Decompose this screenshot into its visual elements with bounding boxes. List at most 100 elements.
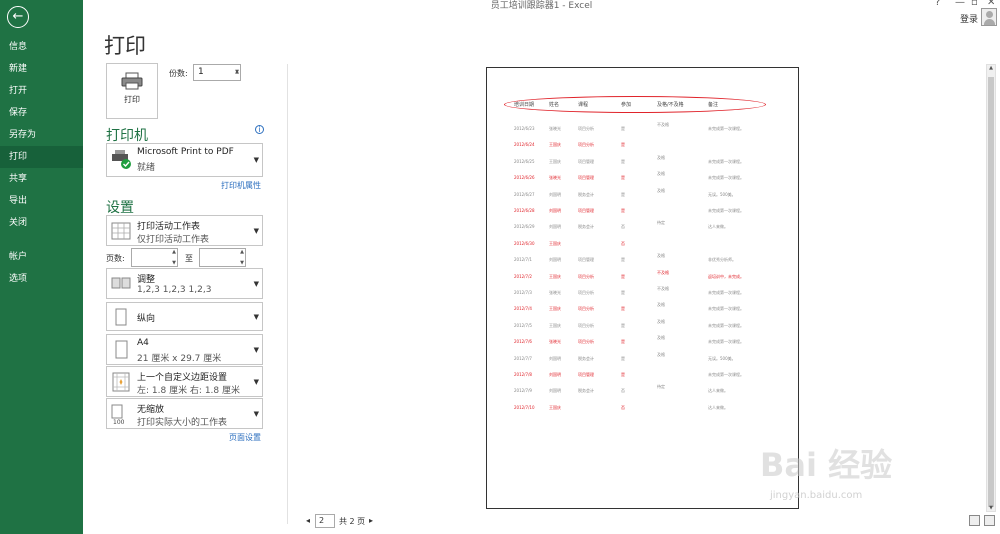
sheet-cell: 是 — [621, 175, 625, 181]
svg-text:100: 100 — [113, 419, 125, 425]
print-button[interactable]: 打印 — [106, 63, 158, 119]
copies-value: 1 — [198, 67, 204, 77]
restore-button[interactable]: ▫ — [971, 0, 978, 8]
sheet-cell: 未完成第一次课程。 — [708, 372, 744, 377]
sheet-grid-icon — [111, 222, 131, 240]
sheet-cell: 2012/6/24 — [514, 142, 535, 148]
collate-dropdown[interactable]: 调整 1,2,3 1,2,3 1,2,3 ▼ — [106, 268, 263, 299]
sheet-cell: 是 — [621, 257, 625, 263]
nav-item-10[interactable]: 选项 — [0, 268, 83, 290]
nav-item-0[interactable]: 信息 — [0, 36, 83, 58]
printer-ready-icon — [112, 150, 131, 169]
page-setup-link[interactable]: 页面设置 — [229, 432, 261, 443]
sheet-cell: 无误。500美。 — [708, 191, 736, 197]
back-arrow-icon[interactable]: ← — [7, 6, 29, 28]
show-margins-icon[interactable] — [969, 515, 980, 526]
sheet-cell: 税务会计 — [578, 355, 594, 361]
sheet-cell: 项目分析 — [578, 142, 594, 148]
sheet-cell: 是 — [621, 126, 625, 131]
sheet-cell: 刘国明 — [549, 191, 561, 197]
user-avatar-icon[interactable] — [981, 8, 997, 26]
print-scope-sub: 仅打印活动工作表 — [137, 235, 210, 245]
print-scope-dropdown[interactable]: 打印活动工作表 仅打印活动工作表 ▼ — [106, 215, 263, 246]
sheet-cell: 刘国明 — [549, 257, 561, 263]
printer-dropdown[interactable]: Microsoft Print to PDF 就绪 ▼ — [106, 143, 263, 177]
prev-page-icon[interactable]: ◂ — [306, 516, 310, 525]
sheet-cell: 2012/7/10 — [514, 404, 535, 410]
nav-item-9[interactable]: 帐户 — [0, 246, 83, 268]
next-page-icon[interactable]: ▸ — [369, 516, 373, 525]
sheet-cell: 待定 — [657, 220, 665, 226]
sheet-cell: 项目管理 — [578, 372, 594, 377]
panel-divider — [287, 64, 288, 524]
paper-icon — [115, 340, 128, 359]
sheet-cell: 2012/6/27 — [514, 191, 535, 197]
sheet-cell: 王国庆 — [549, 306, 561, 312]
chevron-down-icon: ▼ — [253, 156, 259, 164]
sheet-cell: 是 — [621, 142, 625, 148]
margins-dropdown[interactable]: 上一个自定义边距设置 左: 1.8 厘米 右: 1.8 厘米 ▼ — [106, 366, 263, 397]
nav-item-3[interactable]: 保存 — [0, 102, 83, 124]
nav-item-4[interactable]: 另存为 — [0, 124, 83, 146]
sheet-cell: 是 — [621, 191, 625, 197]
sheet-cell: 及格 — [657, 318, 665, 324]
sheet-cell: 刘国明 — [549, 224, 561, 230]
sheet-cell: 2012/6/29 — [514, 224, 535, 230]
sheet-cell: 未完成第一次课程。 — [708, 322, 744, 328]
total-pages-label: 共 2 页 — [339, 517, 366, 526]
paper-size-dropdown[interactable]: A4 21 厘米 x 29.7 厘米 ▼ — [106, 334, 263, 365]
spin-down-icon[interactable]: ▼ — [240, 260, 244, 266]
spin-down-icon[interactable]: ▼ — [172, 260, 176, 266]
close-button[interactable]: ✕ — [987, 0, 995, 8]
pages-to-input[interactable]: ▲ ▼ — [199, 248, 246, 267]
sheet-cell: 无误。500美。 — [708, 355, 736, 361]
printer-properties-link[interactable]: 打印机属性 — [221, 180, 261, 191]
minimize-button[interactable]: — — [955, 0, 965, 8]
copies-input[interactable]: 1 ▲ ▼ — [193, 64, 241, 81]
sheet-cell: 2012/6/28 — [514, 208, 535, 213]
printer-status: 就绪 — [137, 163, 156, 173]
scroll-up-icon[interactable]: ▲ — [987, 65, 995, 71]
sheet-cell: 否 — [621, 404, 625, 410]
collate-title: 调整 — [137, 275, 156, 285]
header-circle-annotation — [504, 96, 766, 113]
orientation-dropdown[interactable]: 纵向 ▼ — [106, 302, 263, 331]
scaling-dropdown[interactable]: 100 无缩放 打印实际大小的工作表 ▼ — [106, 398, 263, 429]
help-icon[interactable]: ? — [935, 0, 940, 8]
sheet-cell: 否 — [621, 224, 625, 230]
chevron-down-icon: ▼ — [253, 377, 259, 386]
nav-item-7[interactable]: 导出 — [0, 190, 83, 212]
sheet-cell: 刘国明 — [549, 388, 561, 394]
scroll-thumb[interactable] — [988, 77, 994, 507]
title-bar: 员工培训跟踪器1 - Excel ? — ▫ ✕ — [83, 0, 1000, 12]
spin-down-icon[interactable]: ▼ — [235, 65, 239, 80]
pages-from-input[interactable]: ▲ ▼ — [131, 248, 178, 267]
sheet-cell: 是 — [621, 339, 625, 345]
sheet-cell: 及格 — [657, 335, 665, 341]
sheet-cell: 税务会计 — [578, 388, 594, 394]
sheet-cell: 2012/6/30 — [514, 240, 535, 246]
sheet-cell: 达人来做。 — [708, 388, 728, 394]
margins-sub: 左: 1.8 厘米 右: 1.8 厘米 — [137, 386, 240, 396]
nav-item-6[interactable]: 共享 — [0, 168, 83, 190]
sheet-cell: 项目分析 — [578, 306, 594, 312]
sheet-cell: 是 — [621, 273, 625, 279]
nav-item-8[interactable]: 关闭 — [0, 212, 83, 234]
spin-up-icon[interactable]: ▲ — [240, 249, 244, 255]
signin-link[interactable]: 登录 — [960, 12, 978, 25]
baidu-watermark-logo: Bai 经验 — [760, 446, 893, 484]
sheet-cell: 王国庆 — [549, 273, 561, 279]
preview-scrollbar[interactable]: ▲ ▼ — [986, 64, 996, 512]
scroll-down-icon[interactable]: ▼ — [987, 505, 995, 511]
spin-up-icon[interactable]: ▲ — [172, 249, 176, 255]
nav-item-2[interactable]: 打开 — [0, 80, 83, 102]
zoom-to-page-icon[interactable] — [984, 515, 995, 526]
info-icon[interactable]: i — [255, 125, 264, 134]
sheet-cell: 否 — [621, 388, 625, 394]
sheet-cell: 达人来做。 — [708, 404, 728, 410]
margins-title: 上一个自定义边距设置 — [137, 373, 228, 383]
sheet-cell: 及格 — [657, 253, 665, 259]
nav-item-1[interactable]: 新建 — [0, 58, 83, 80]
nav-item-5[interactable]: 打印 — [0, 146, 83, 168]
current-page-input[interactable]: 2 — [315, 514, 335, 528]
